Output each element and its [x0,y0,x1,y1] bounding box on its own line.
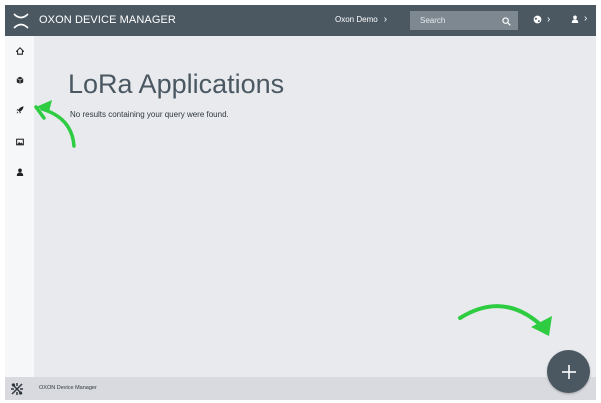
devices-icon [16,76,23,84]
footer-bar: OXON Device Manager [5,377,596,400]
globe-icon [533,15,542,24]
sidebar-item-users[interactable] [5,162,34,182]
user-icon [571,15,579,23]
rocket-icon [15,106,24,114]
search-icon[interactable] [502,17,511,26]
plus-icon [561,364,576,379]
user-menu[interactable]: › [571,13,588,24]
page-title: LoRa Applications [68,69,285,99]
add-application-button[interactable] [547,350,590,393]
sidebar-item-applications[interactable] [5,100,34,120]
sidebar-item-devices[interactable] [5,70,34,90]
sidebar-item-images[interactable] [5,132,34,152]
sidebar-item-home[interactable] [5,41,34,61]
tenant-name: Oxon Demo [335,15,378,24]
image-icon [15,138,24,146]
empty-state-message: No results containing your query were fo… [70,110,229,119]
top-navigation-bar: OXON DEVICE MANAGER Oxon Demo › › › [5,5,596,36]
app-title[interactable]: OXON DEVICE MANAGER [39,14,176,26]
oxon-logo-icon[interactable] [10,382,24,396]
chevron-right-icon: › [584,13,588,24]
home-icon [15,47,24,55]
sidebar [5,36,34,377]
chevron-right-icon: › [383,13,388,25]
tenant-selector[interactable]: Oxon Demo › [335,13,388,25]
footer-label: OXON Device Manager [39,385,97,391]
language-menu[interactable]: › [533,13,551,25]
user-icon [16,168,23,176]
oxon-logo-icon[interactable] [11,11,31,31]
chevron-right-icon: › [547,13,551,25]
app-window: OXON DEVICE MANAGER Oxon Demo › › › [5,5,596,400]
